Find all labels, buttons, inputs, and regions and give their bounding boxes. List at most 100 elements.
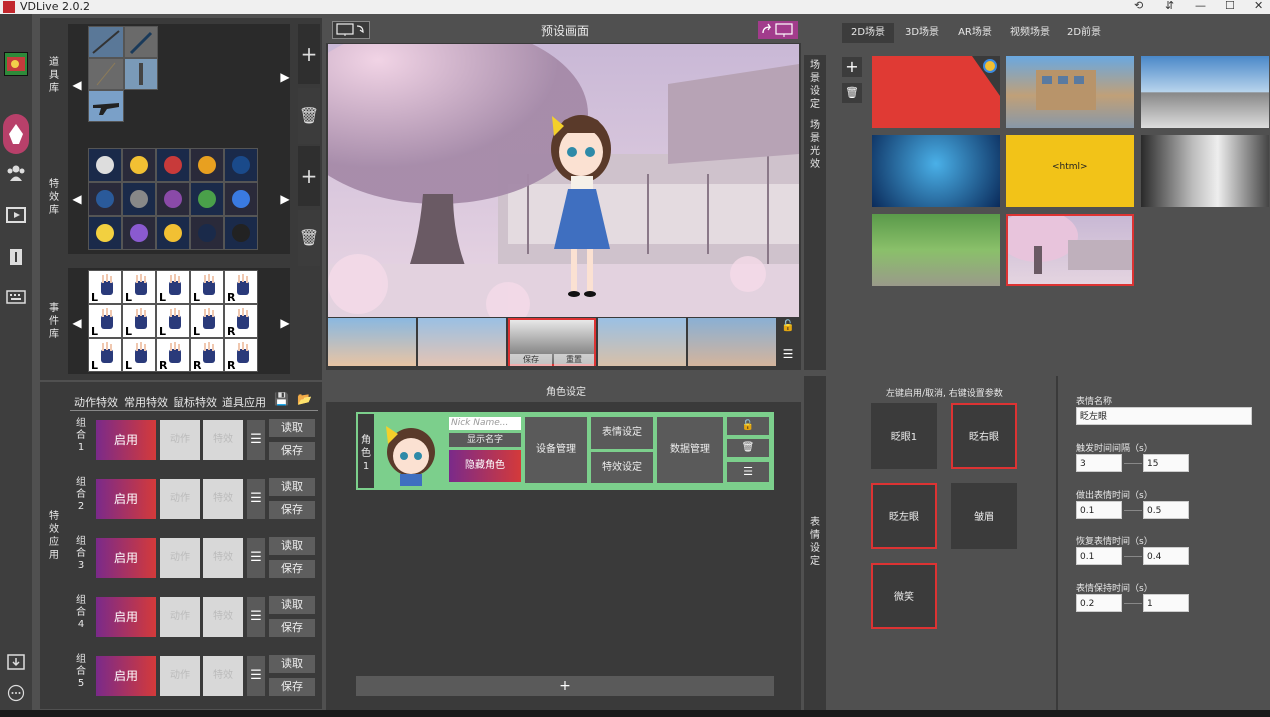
combo-read-button[interactable]: 读取 [269,596,315,614]
tab-3d-scene[interactable]: 3D场景 [898,23,946,43]
show-name-button[interactable]: 显示名字 [449,433,521,447]
event-gesture-item[interactable]: R [224,270,258,304]
device-mgmt-button[interactable]: 设备管理 [525,417,587,483]
keyboard-icon[interactable] [4,290,28,310]
effect-item[interactable] [88,148,122,182]
combo-save-button[interactable]: 保存 [269,442,315,460]
tab-scene-light[interactable]: 场景光效 [809,119,821,171]
tab-scene-settings[interactable]: 场景设定 [809,59,821,111]
scene-thumb-sakura-selected[interactable] [1006,214,1134,286]
scene-thumb-school[interactable] [1006,56,1134,128]
effect-item[interactable] [122,216,156,250]
scene-thumb-red[interactable] [872,56,1000,128]
users-icon[interactable] [4,164,28,184]
add-role-button[interactable]: + [356,676,774,696]
preview-scene[interactable] [328,44,799,320]
out-min-input[interactable]: 0.1 [1076,501,1122,519]
event-next-arrow[interactable]: ▶ [280,308,290,338]
tab-2d-foreground[interactable]: 2D前景 [1058,23,1110,43]
event-gesture-item[interactable]: R [190,338,224,372]
sync-icon[interactable]: ⟲ [1134,0,1143,13]
effect-item[interactable] [156,182,190,216]
event-gesture-item[interactable]: L [190,304,224,338]
expr-frown-button[interactable]: 皱眉 [951,483,1017,549]
figure-icon[interactable] [4,248,28,268]
expr-wink-right-button[interactable]: 眨右眼 [951,403,1017,469]
effect-item[interactable] [224,148,258,182]
scene-thumb-waterfall[interactable] [1141,135,1269,207]
combo-settings-icon[interactable]: ☰ [247,597,265,637]
combo-enable-button[interactable]: 启用 [96,479,156,519]
scene-add-button[interactable]: + [842,57,862,77]
prop-delete-icon[interactable]: 🗑 [298,88,320,144]
hide-role-button[interactable]: 隐藏角色 [449,450,521,482]
combo-effect-button[interactable]: 特效 [203,656,243,696]
download-icon[interactable] [4,654,28,674]
tab-ar-scene[interactable]: AR场景 [950,23,1000,43]
effect-item[interactable] [88,182,122,216]
thumb-reset-button[interactable]: 重置 [554,354,594,366]
combo-effect-button[interactable]: 特效 [203,420,243,460]
video-icon[interactable] [4,206,28,226]
combo-read-button[interactable]: 读取 [269,419,315,437]
effect-item[interactable] [190,182,224,216]
expr-name-input[interactable]: 眨左眼 [1076,407,1252,425]
character-icon[interactable] [3,114,29,154]
scene-thumb-underwater[interactable] [872,135,1000,207]
effect-item[interactable] [122,148,156,182]
expr-smile-button[interactable]: 微笑 [871,563,937,629]
hold-max-input[interactable]: 1 [1143,594,1189,612]
event-gesture-item[interactable]: L [88,304,122,338]
tab-action-effect[interactable]: 动作特效 [74,394,118,410]
preset-thumb[interactable] [598,318,686,366]
effect-delete-icon[interactable]: 🗑 [298,210,320,266]
combo-action-button[interactable]: 动作 [160,656,200,696]
thumb-save-button[interactable]: 保存 [510,354,552,366]
event-gesture-item[interactable]: R [224,338,258,372]
trigger-max-input[interactable]: 15 [1143,454,1189,472]
combo-settings-icon[interactable]: ☰ [247,479,265,519]
role-delete-icon[interactable]: 🗑 [727,439,769,457]
expr-blink1-button[interactable]: 眨眼1 [871,403,937,469]
effect-item[interactable] [122,182,156,216]
combo-action-button[interactable]: 动作 [160,597,200,637]
effect-add-button[interactable]: + [298,146,320,206]
combo-settings-icon[interactable]: ☰ [247,656,265,696]
preset-thumb[interactable] [688,318,776,366]
combo-action-button[interactable]: 动作 [160,538,200,578]
prop-prev-arrow[interactable]: ◀ [72,70,82,100]
hold-min-input[interactable]: 0.2 [1076,594,1122,612]
event-gesture-item[interactable]: L [122,270,156,304]
output-screen-icon[interactable] [758,21,798,39]
scene-thumb-checker[interactable] [1141,56,1269,128]
event-gesture-item[interactable]: R [224,304,258,338]
combo-save-button[interactable]: 保存 [269,501,315,519]
combo-action-button[interactable]: 动作 [160,479,200,519]
effect-item[interactable] [156,148,190,182]
effect-prev-arrow[interactable]: ◀ [72,184,82,214]
more-icon[interactable] [4,684,28,704]
tab-expr-settings[interactable]: 表情设定 [809,516,821,568]
trigger-min-input[interactable]: 3 [1076,454,1122,472]
combo-read-button[interactable]: 读取 [269,537,315,555]
tab-prop-apply[interactable]: 道具应用 [222,394,266,410]
combo-enable-button[interactable]: 启用 [96,538,156,578]
effect-next-arrow[interactable]: ▶ [280,184,290,214]
combo-read-button[interactable]: 读取 [269,655,315,673]
effect-item[interactable] [224,182,258,216]
settings-sliders-icon[interactable]: ☰ [780,347,796,363]
effect-item[interactable] [190,216,224,250]
scene-thumb-road[interactable] [872,214,1000,286]
event-gesture-item[interactable]: L [122,304,156,338]
combo-effect-button[interactable]: 特效 [203,597,243,637]
event-gesture-item[interactable]: L [88,270,122,304]
nick-name-input[interactable]: Nick Name... [449,417,521,430]
prop-item[interactable] [88,90,124,122]
effect-item[interactable] [190,148,224,182]
combo-save-button[interactable]: 保存 [269,678,315,696]
event-gesture-item[interactable]: L [156,270,190,304]
recover-min-input[interactable]: 0.1 [1076,547,1122,565]
avatar-logo-icon[interactable] [4,52,28,76]
effect-item[interactable] [156,216,190,250]
combo-read-button[interactable]: 读取 [269,478,315,496]
